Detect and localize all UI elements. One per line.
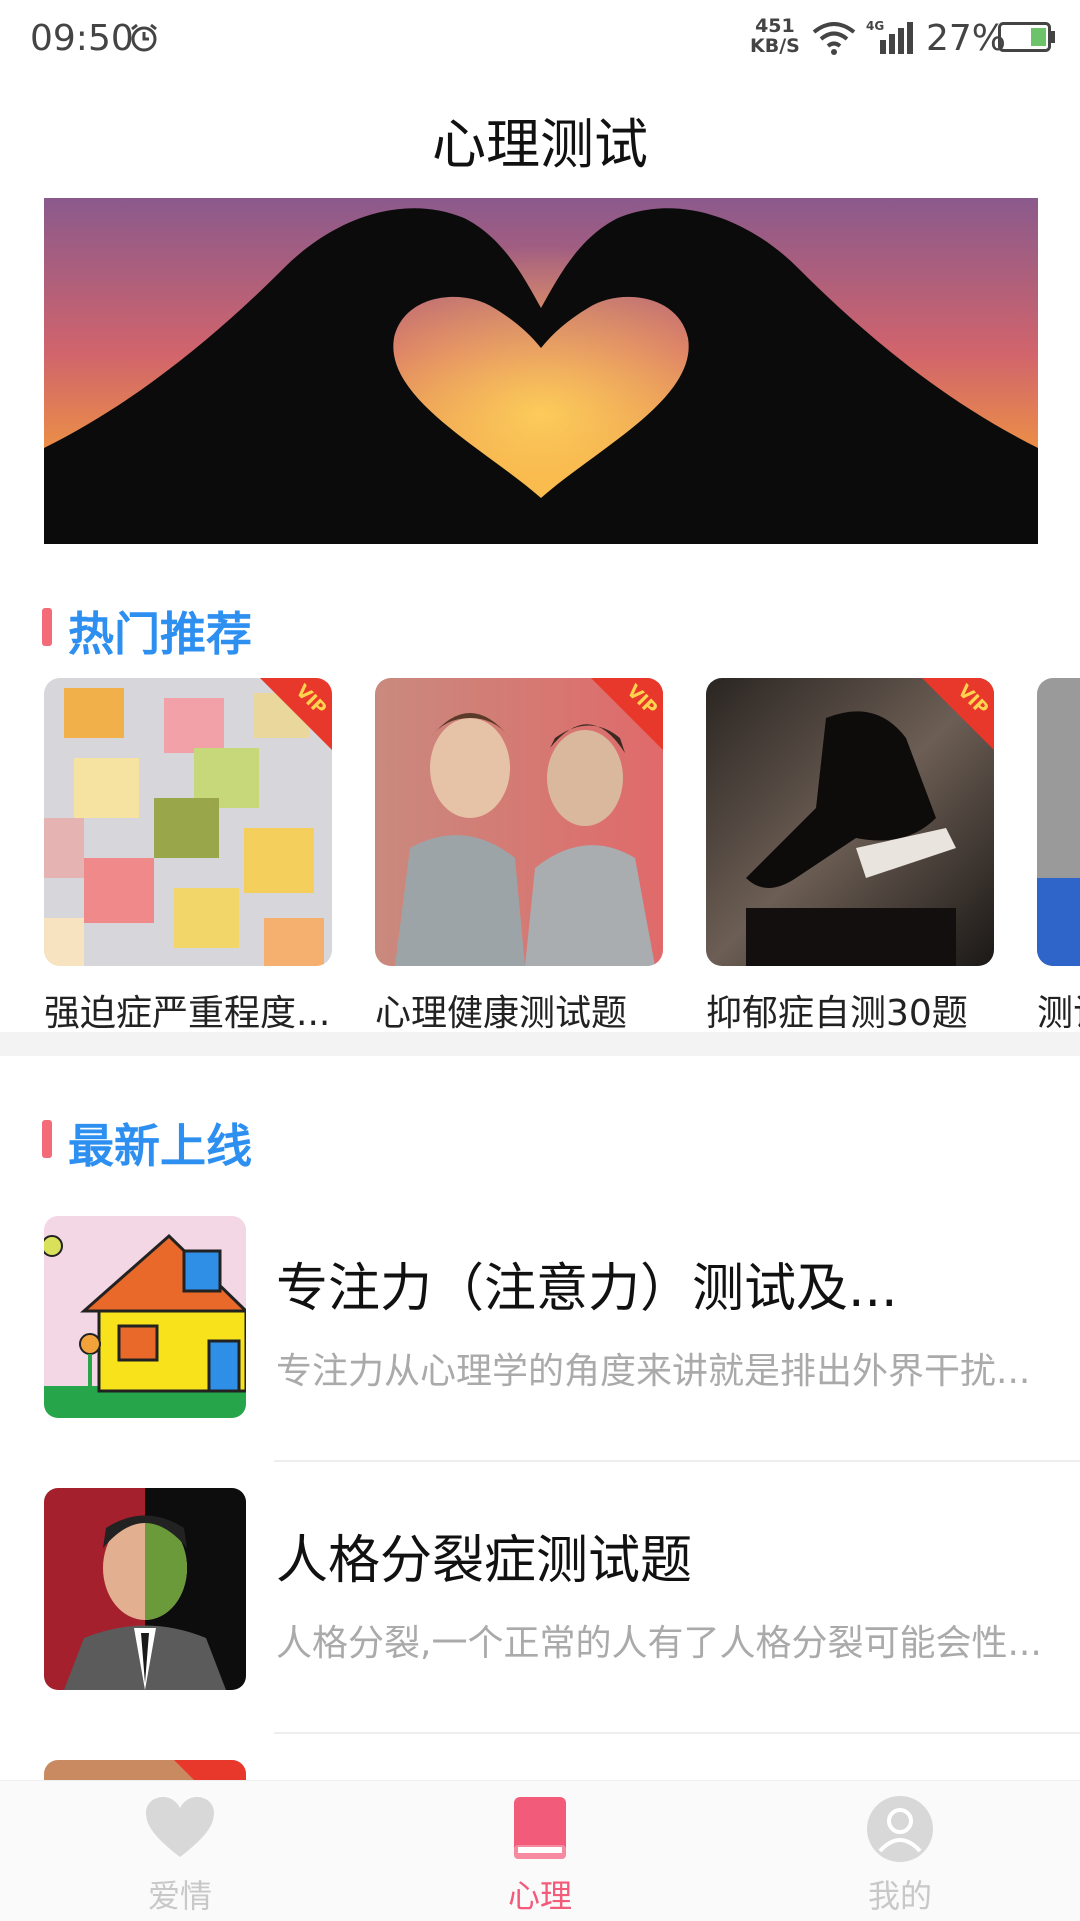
hot-card[interactable]: VIP 抑郁症自测30题 (706, 678, 994, 1036)
hot-thumb: VIP (44, 678, 332, 966)
partial-list-image (44, 1760, 246, 1780)
hot-section-title: 热门推荐 (68, 607, 252, 661)
network-speed: 451 KB/S (750, 15, 800, 57)
wifi-icon (812, 22, 856, 55)
signal-icon: 4G (866, 19, 913, 54)
partial-card-image (1037, 678, 1080, 966)
tab-label: 心理 (507, 1877, 572, 1915)
bottom-tab-bar: 爱情 心理 我的 (0, 1780, 1080, 1921)
vip-badge: VIP (922, 678, 994, 750)
house-drawing-image (44, 1216, 246, 1418)
tab-label: 我的 (867, 1877, 932, 1915)
list-thumb (44, 1760, 246, 1780)
section-marker (42, 1120, 52, 1158)
svg-text:4G: 4G (866, 19, 884, 33)
heart-hands-image (44, 198, 1038, 544)
book-icon (514, 1797, 566, 1859)
list-item[interactable]: 专注力（注意力）测试及... 专注力从心理学的角度来讲就是排出外界干扰... (44, 1216, 1080, 1476)
list-item-title: 人格分裂症测试题 (276, 1531, 693, 1591)
list-separator (274, 1460, 1080, 1462)
status-time: 09:50 (30, 18, 134, 59)
hot-card[interactable]: VIP 心理健康测试题 (375, 678, 663, 1036)
list-item-desc: 专注力从心理学的角度来讲就是排出外界干扰... (276, 1351, 1031, 1392)
two-face-image (44, 1488, 246, 1690)
banner-image[interactable] (44, 198, 1038, 544)
section-marker (42, 608, 52, 646)
list-item[interactable]: 人格分裂症测试题 人格分裂,一个正常的人有了人格分裂可能会性... (44, 1488, 1080, 1748)
hot-thumb (1037, 678, 1080, 966)
vip-badge: VIP (591, 678, 663, 750)
tab-love[interactable]: 爱情 (80, 1793, 280, 1917)
alarm-icon (131, 23, 157, 52)
tab-mine[interactable]: 我的 (800, 1793, 1000, 1917)
hot-carousel[interactable]: VIP 强迫症严重程度... VIP 心理健康测试题 VIP 抑郁症自测30题 … (44, 678, 1080, 1038)
hot-card-label: 强迫症严重程度... (44, 993, 331, 1034)
tab-psychology[interactable]: 心理 (440, 1793, 640, 1917)
hot-card-label: 心理健康测试题 (375, 993, 628, 1034)
list-thumb (44, 1488, 246, 1690)
user-icon (867, 1796, 933, 1862)
hot-thumb: VIP (375, 678, 663, 966)
page-title: 心理测试 (432, 113, 648, 176)
list-separator (274, 1732, 1080, 1734)
hot-card-label: 测试 (1037, 993, 1080, 1034)
section-divider (0, 1032, 1080, 1056)
hot-card[interactable]: 测试 (1037, 678, 1080, 1036)
vip-badge: VIP (260, 678, 332, 750)
latest-section-title: 最新上线 (68, 1119, 252, 1173)
list-item-title: 专注力（注意力）测试及... (276, 1259, 898, 1319)
tab-label: 爱情 (147, 1877, 212, 1915)
hot-card[interactable]: VIP 强迫症严重程度... (44, 678, 332, 1036)
heart-icon (146, 1797, 214, 1857)
list-thumb (44, 1216, 246, 1418)
battery-percent: 27% (926, 18, 1007, 59)
hot-card-label: 抑郁症自测30题 (706, 993, 968, 1034)
battery-icon (998, 22, 1055, 52)
list-item-desc: 人格分裂,一个正常的人有了人格分裂可能会性... (276, 1623, 1042, 1664)
hot-thumb: VIP (706, 678, 994, 966)
list-item[interactable] (44, 1760, 1080, 1780)
status-bar: 09:50 451 KB/S 4G 27% (0, 0, 1080, 80)
